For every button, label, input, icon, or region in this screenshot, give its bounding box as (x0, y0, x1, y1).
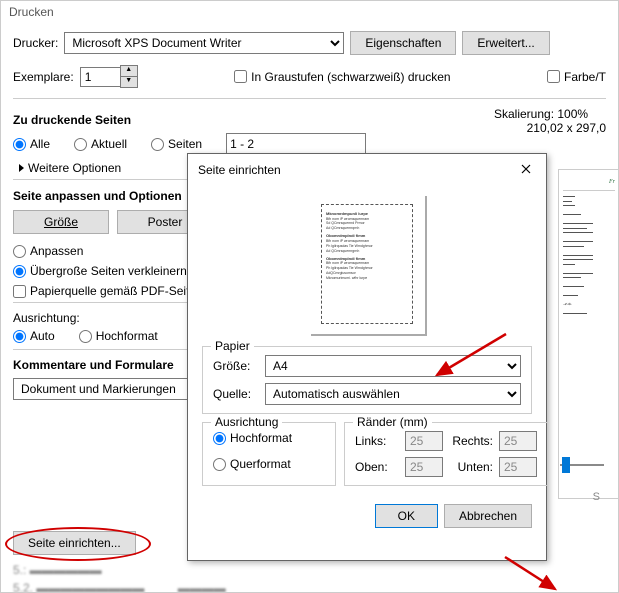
printer-select[interactable]: Microsoft XPS Document Writer (64, 32, 344, 54)
size-button[interactable]: Größe (13, 210, 109, 234)
margins-fieldset: Ränder (mm) Links: Rechts: Oben: Unten: (344, 422, 548, 486)
radio-pages[interactable]: Seiten (151, 137, 202, 151)
preview-zoom-slider[interactable] (560, 455, 604, 475)
paper-size-select[interactable]: A4 (265, 355, 521, 377)
copies-spinner[interactable]: ▲▼ (80, 65, 138, 88)
margin-top-input[interactable] (405, 457, 443, 477)
pages-section-title: Zu druckende Seiten (13, 113, 482, 127)
margin-bottom-label: Unten: (449, 460, 493, 474)
color-label: Farbe/T (564, 70, 606, 84)
window-title: Drucken (1, 1, 618, 23)
copies-input[interactable] (80, 67, 120, 87)
radio-portrait[interactable]: Hochformat (213, 431, 325, 445)
ok-button[interactable]: OK (375, 504, 438, 528)
page-setup-button[interactable]: Seite einrichten... (13, 531, 136, 555)
margin-bottom-input[interactable] (499, 457, 537, 477)
print-dialog-window: Drucken Drucker: Microsoft XPS Document … (0, 0, 619, 593)
scaling-dimensions: 210,02 x 297,0 (494, 121, 606, 135)
fit-section-title: Seite anpassen und Optionen (13, 189, 182, 203)
radio-all[interactable]: Alle (13, 137, 50, 151)
page-setup-dialog: Seite einrichten Mknomrdmpunli lurpeBfh … (187, 153, 547, 561)
properties-button[interactable]: Eigenschaften (350, 31, 456, 55)
grayscale-checkbox-row[interactable]: In Graustufen (schwarzweiß) drucken (234, 70, 450, 84)
orientation-fieldset: Ausrichtung Hochformat Querformat (202, 422, 336, 486)
grayscale-checkbox[interactable] (234, 70, 247, 83)
paper-source-label: Quelle: (213, 387, 257, 401)
radio-landscape[interactable]: Querformat (213, 457, 325, 471)
close-icon (521, 164, 531, 174)
spin-down-icon[interactable]: ▼ (120, 76, 138, 88)
zoom-letter: S (593, 491, 600, 503)
margin-top-label: Oben: (355, 460, 399, 474)
spin-up-icon[interactable]: ▲ (120, 65, 138, 76)
printer-row: Drucker: Microsoft XPS Document Writer E… (13, 31, 606, 55)
radio-current[interactable]: Aktuell (74, 137, 127, 151)
document-preview-thumbnail: Fr ▬▬▬▬▬▬▬▬▬▬▬ ▬▬▬▬▬▬▬▬▬▬▬▬▬▬▬▬▬▬▬▬▬▬▬▬▬… (558, 169, 619, 499)
color-checkbox-row[interactable]: Farbe/T (547, 70, 606, 84)
expander-triangle-icon (19, 164, 24, 172)
color-checkbox[interactable] (547, 70, 560, 83)
page-range-input[interactable] (226, 133, 366, 155)
margin-left-input[interactable] (405, 431, 443, 451)
margin-right-input[interactable] (499, 431, 537, 451)
orientation-legend: Ausrichtung (211, 415, 282, 429)
copies-label: Exemplare: (13, 70, 74, 84)
radio-orient-portrait[interactable]: Hochformat (79, 329, 158, 343)
paper-source-select[interactable]: Automatisch auswählen (265, 383, 521, 405)
footer-blur-2: 5.2. ▬▬▬▬▬▬▬▬▬ ▬▬▬▬ (13, 581, 226, 593)
paper-fieldset: Papier Größe: A4 Quelle: Automatisch aus… (202, 346, 532, 414)
margins-legend: Ränder (mm) (353, 415, 432, 429)
footer-blur-1: 5.: ▬▬▬▬▬▬ (13, 563, 102, 577)
page-setup-title: Seite einrichten (198, 163, 281, 177)
advanced-button[interactable]: Erweitert... (462, 31, 549, 55)
margin-right-label: Rechts: (449, 434, 493, 448)
spinner-buttons[interactable]: ▲▼ (120, 65, 138, 88)
close-button[interactable] (514, 160, 538, 180)
printer-label: Drucker: (13, 36, 58, 50)
radio-orient-auto[interactable]: Auto (13, 329, 55, 343)
margin-left-label: Links: (355, 434, 399, 448)
grayscale-label: In Graustufen (schwarzweiß) drucken (251, 70, 450, 84)
scaling-label: Skalierung: 100% (494, 107, 606, 121)
page-setup-preview: Mknomrdmpunli lurpeBfh nom iP wromsquemr… (309, 194, 425, 334)
cancel-button[interactable]: Abbrechen (444, 504, 532, 528)
paper-legend: Papier (211, 339, 254, 353)
paper-size-label: Größe: (213, 359, 257, 373)
